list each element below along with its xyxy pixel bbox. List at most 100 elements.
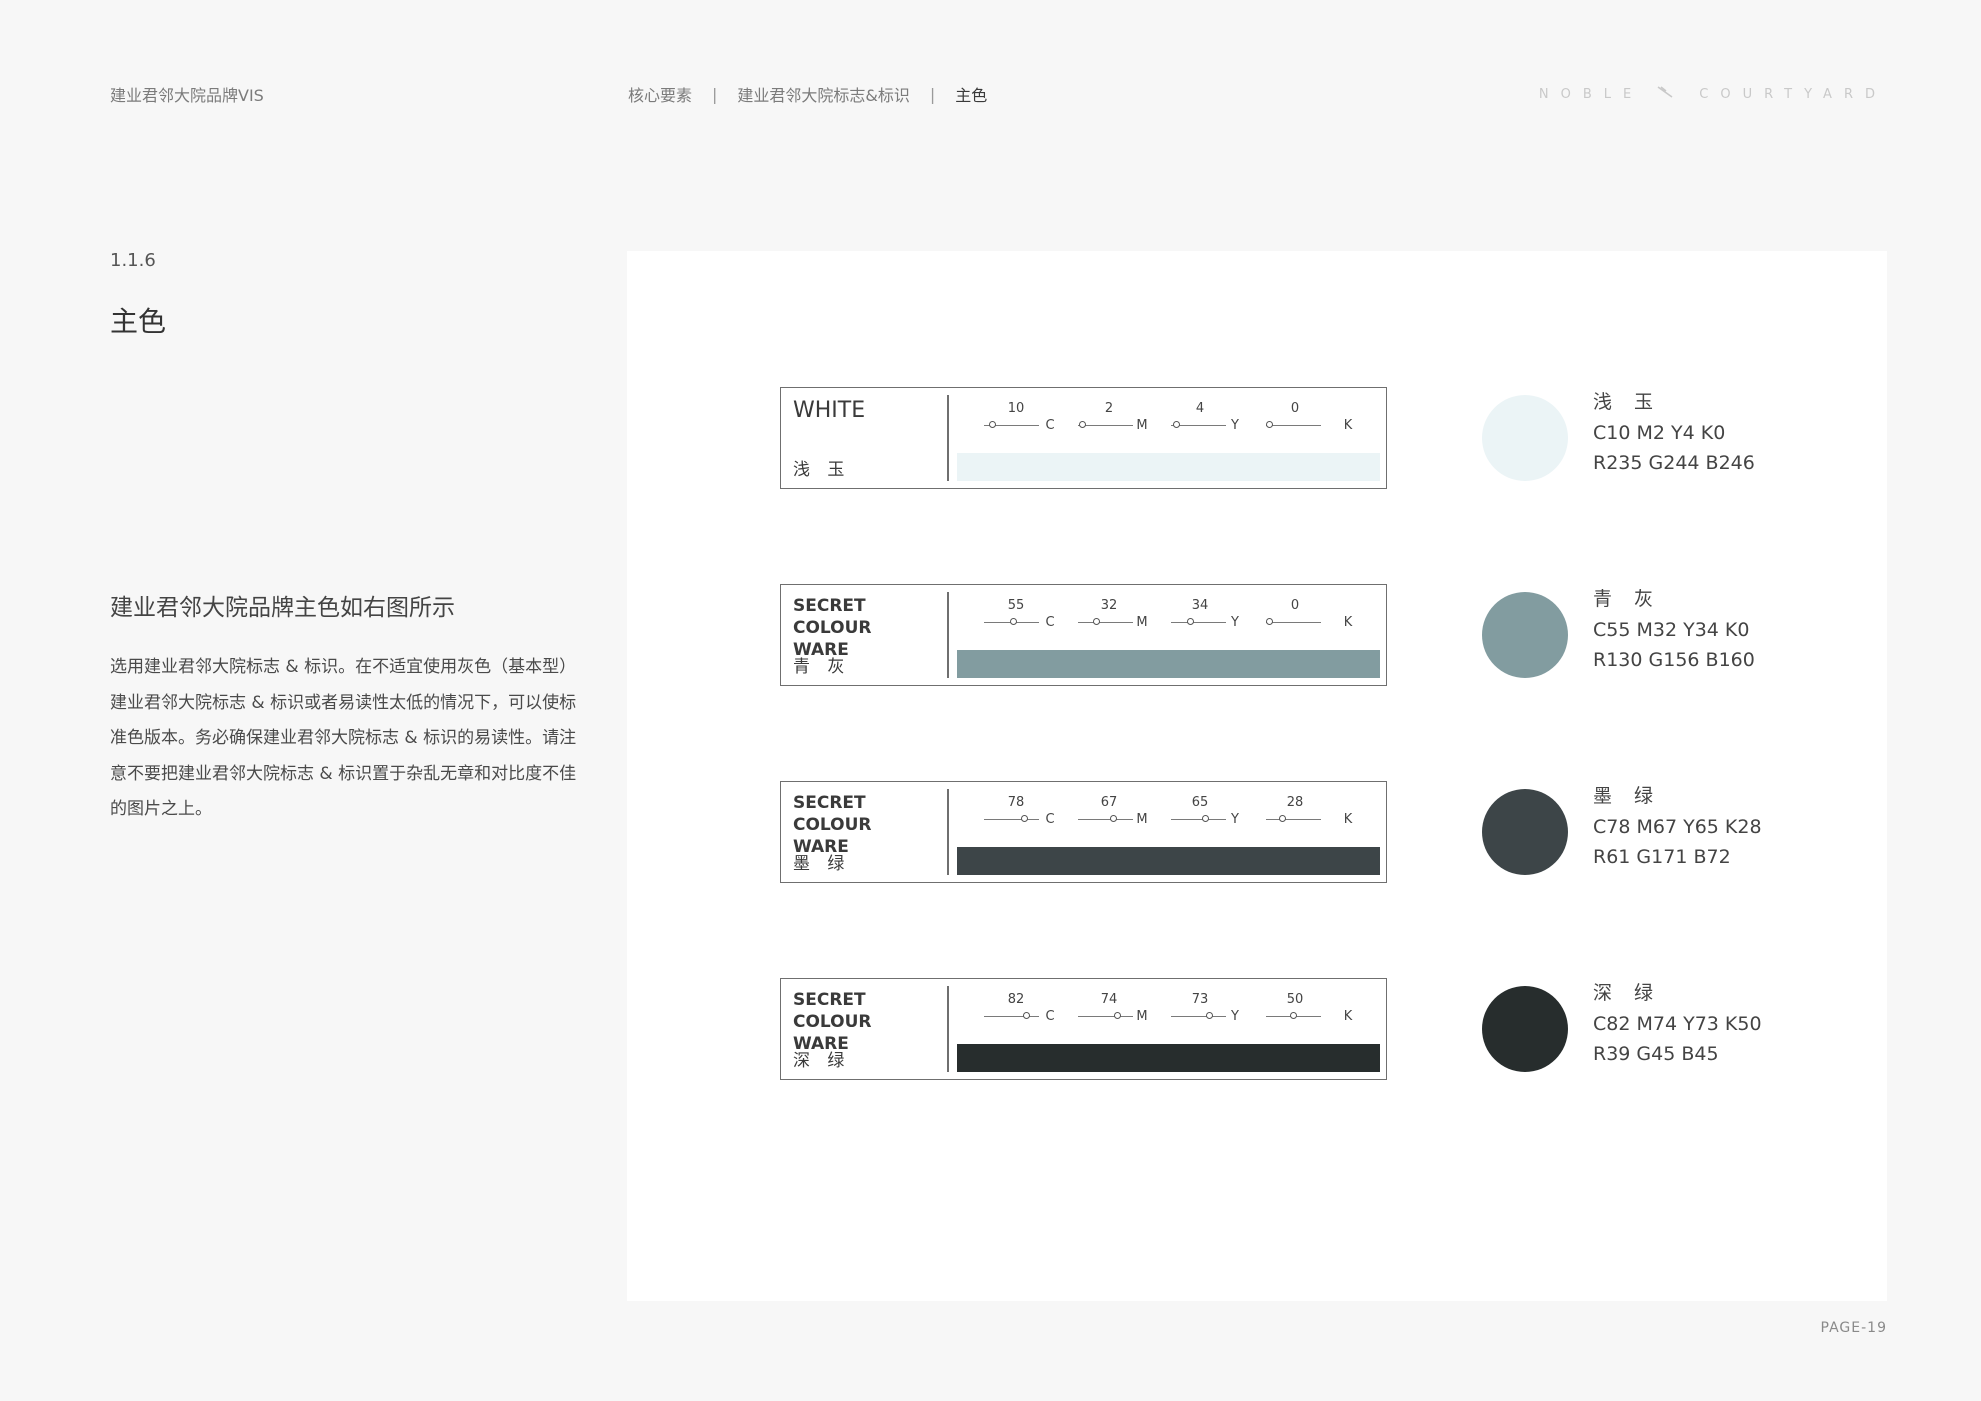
color-name-line: SECRET COLOUR <box>793 990 872 1032</box>
cmyk-slider-knob <box>988 421 996 428</box>
cmyk-letter-m: M <box>1136 812 1148 827</box>
color-bar <box>957 650 1380 678</box>
cmyk-slider-knob <box>1202 815 1210 822</box>
cmyk-value-c: 78 <box>1007 795 1025 810</box>
cmyk-value-m: 2 <box>1104 401 1114 416</box>
cmyk-value-c: 10 <box>1007 401 1025 416</box>
page-title: 主色 <box>110 305 167 338</box>
breadcrumb-item-current: 主色 <box>955 86 988 105</box>
cmyk-letter-c: C <box>1045 418 1055 433</box>
cmyk-value-y: 4 <box>1195 401 1205 416</box>
logo-text-noble: NOBLE <box>1538 86 1644 102</box>
color-info-rgb: R39 G45 B45 <box>1593 1043 1719 1065</box>
cmyk-value-m: 32 <box>1100 598 1118 613</box>
cmyk-slider-knob <box>1290 1012 1297 1019</box>
section-number: 1.1.6 <box>110 250 156 271</box>
section-subheading: 建业君邻大院品牌主色如右图所示 <box>110 595 455 621</box>
color-chinese-name: 浅 玉 <box>793 460 851 480</box>
breadcrumb-item-core[interactable]: 核心要素 <box>628 82 692 106</box>
cmyk-value-y: 65 <box>1191 795 1209 810</box>
breadcrumb-item-logo[interactable]: 建业君邻大院标志&标识 <box>737 82 909 106</box>
color-bar <box>957 1044 1380 1072</box>
color-info: 浅 玉 C10 M2 Y4 K0 R235 G244 B246 <box>1593 387 1755 479</box>
cmyk-slider-track <box>984 819 1039 820</box>
color-card: SECRET COLOUR WARE 青 灰 55 C 32 M 34 Y 0 K <box>780 584 1387 686</box>
cmyk-slider-track <box>1078 819 1133 820</box>
cmyk-value-k: 0 <box>1290 598 1300 613</box>
cmyk-value-k: 50 <box>1286 992 1304 1007</box>
color-name-line: SECRET COLOUR <box>793 596 872 638</box>
color-info-rgb: R130 G156 B160 <box>1593 649 1755 671</box>
cmyk-letter-k: K <box>1343 615 1353 630</box>
cmyk-value-m: 74 <box>1100 992 1118 1007</box>
breadcrumb-separator: | <box>929 84 936 104</box>
color-swatch <box>1482 592 1568 678</box>
card-divider <box>947 395 949 481</box>
cmyk-letter-m: M <box>1136 1009 1148 1024</box>
cmyk-letter-c: C <box>1045 812 1055 827</box>
cmyk-letter-c: C <box>1045 1009 1055 1024</box>
cmyk-letter-y: Y <box>1231 615 1239 630</box>
logo-text-courtyard: COURTYARD <box>1699 86 1887 102</box>
feather-icon <box>1657 86 1673 102</box>
cmyk-letter-m: M <box>1136 418 1148 433</box>
cmyk-value-k: 0 <box>1290 401 1300 416</box>
cmyk-slider-knob <box>1279 815 1287 822</box>
cmyk-slider-track <box>984 1016 1039 1017</box>
cmyk-slider-knob <box>1093 618 1101 625</box>
color-chinese-name: 深 绿 <box>793 1051 851 1071</box>
color-info: 墨 绿 C78 M67 Y65 K28 R61 G171 B72 <box>1593 781 1762 873</box>
breadcrumb-separator: | <box>712 84 718 104</box>
cmyk-slider-knob <box>1010 618 1018 625</box>
color-bar <box>957 453 1380 481</box>
cmyk-slider-knob <box>1187 618 1195 625</box>
cmyk-letter-k: K <box>1343 1009 1353 1024</box>
section-body: 选用建业君邻大院标志 & 标识。在不适宜使用灰色（基本型）建业君邻大院标志 & … <box>110 657 577 819</box>
cmyk-letter-m: M <box>1136 615 1148 630</box>
brand-title: 建业君邻大院品牌VIS <box>110 86 264 105</box>
cmyk-slider-knob <box>1266 421 1273 428</box>
color-info-rgb: R61 G171 B72 <box>1593 846 1731 868</box>
cmyk-slider-knob <box>1110 815 1118 822</box>
cmyk-letter-y: Y <box>1231 812 1239 827</box>
cmyk-value-y: 73 <box>1191 992 1209 1007</box>
cmyk-slider-track <box>1171 622 1226 623</box>
cmyk-letter-k: K <box>1343 418 1353 433</box>
cmyk-letter-y: Y <box>1231 418 1239 433</box>
cmyk-slider-track <box>1266 425 1321 426</box>
color-english-name: WHITE <box>793 400 943 422</box>
cmyk-slider-track <box>1078 622 1133 623</box>
color-card: WHITE 浅 玉 10 C 2 M 4 Y 0 K <box>780 387 1387 489</box>
color-name-line: WHITE <box>793 398 866 423</box>
cmyk-slider-knob <box>1206 1012 1214 1019</box>
cmyk-letter-k: K <box>1343 812 1353 827</box>
color-swatch <box>1482 986 1568 1072</box>
color-card: SECRET COLOUR WARE 墨 绿 78 C 67 M 65 Y 28 K <box>780 781 1387 883</box>
cmyk-slider-knob <box>1266 618 1273 625</box>
cmyk-slider-knob <box>1078 421 1086 428</box>
cmyk-value-c: 55 <box>1007 598 1025 613</box>
card-divider <box>947 986 949 1072</box>
color-info-name: 深 绿 <box>1593 982 1662 1004</box>
brand-logo: NOBLE COURTYARD <box>1539 86 1887 102</box>
color-chinese-name: 青 灰 <box>793 657 851 677</box>
cmyk-slider-track <box>1171 819 1226 820</box>
color-info-cmyk: C82 M74 Y73 K50 <box>1593 1012 1762 1035</box>
color-info-rgb: R235 G244 B246 <box>1593 452 1755 474</box>
cmyk-slider-track <box>1171 1016 1226 1017</box>
cmyk-slider-track <box>1266 819 1321 820</box>
cmyk-slider-knob <box>1172 421 1180 428</box>
color-swatch <box>1482 395 1568 481</box>
color-info-cmyk: C55 M32 Y34 K0 <box>1593 618 1750 641</box>
color-info-name: 浅 玉 <box>1593 391 1662 413</box>
cmyk-slider-track <box>1266 622 1321 623</box>
cmyk-slider-track <box>1078 425 1133 426</box>
breadcrumb: 核心要素 | 建业君邻大院标志&标识 | 主色 <box>628 82 987 106</box>
color-info-name: 墨 绿 <box>1593 785 1662 807</box>
page-number: PAGE-19 <box>1820 1320 1887 1336</box>
cmyk-slider-knob <box>1113 1012 1121 1019</box>
color-info-cmyk: C78 M67 Y65 K28 <box>1593 815 1762 838</box>
card-divider <box>947 592 949 678</box>
card-divider <box>947 789 949 875</box>
cmyk-letter-y: Y <box>1231 1009 1239 1024</box>
